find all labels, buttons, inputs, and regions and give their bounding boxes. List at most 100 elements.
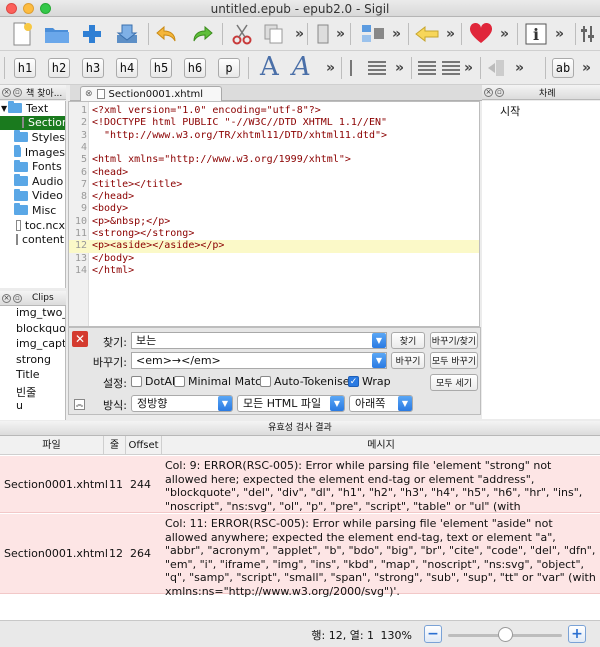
spellcheck-button[interactable]: ab — [552, 58, 574, 78]
paragraph-button[interactable]: p — [218, 58, 240, 78]
column-header-message[interactable]: 메시지 — [162, 436, 600, 455]
align-left-icon[interactable] — [368, 59, 386, 77]
table-row[interactable]: Section0001.xhtml 12 264 Col: 11: ERROR(… — [0, 514, 600, 598]
tree-item-fonts[interactable]: Fonts — [0, 159, 65, 174]
code-line[interactable]: 9 <body> — [69, 203, 479, 215]
code-line[interactable]: 6 <head> — [69, 167, 479, 179]
tree-item-toc[interactable]: toc.ncx — [0, 218, 65, 233]
bold-button[interactable]: A — [260, 52, 279, 82]
zoom-in-button[interactable]: + — [568, 625, 586, 643]
numbered-list-icon[interactable] — [442, 59, 460, 77]
code-line[interactable]: 3 "http://www.w3.org/TR/xhtml11/DTD/xhtm… — [69, 130, 479, 142]
add-icon[interactable] — [80, 22, 104, 46]
close-pane-icon[interactable]: × — [2, 87, 11, 97]
wrap-checkbox[interactable]: ✓ — [348, 376, 359, 387]
tree-item-section[interactable]: Section0001.xhtml — [0, 115, 65, 131]
tree-item-styles[interactable]: Styles — [0, 130, 65, 145]
count-all-button[interactable]: 모두 세기 — [430, 374, 478, 391]
more-chevron[interactable]: » — [464, 60, 473, 76]
code-editor[interactable]: 1 <?xml version="1.0" encoding="utf-8"?> 2… — [68, 101, 480, 327]
code-line[interactable]: 8 </head> — [69, 191, 479, 203]
info-icon[interactable]: i — [524, 22, 548, 46]
italic-button[interactable]: A — [292, 52, 311, 82]
heading-6-button[interactable]: h6 — [184, 58, 206, 78]
more-chevron[interactable]: » — [500, 26, 509, 42]
split-icon[interactable] — [360, 22, 386, 46]
minimal-match-checkbox[interactable] — [174, 376, 185, 387]
close-pane-icon[interactable]: × — [484, 87, 493, 97]
heading-1-button[interactable]: h1 — [14, 58, 36, 78]
clip-item[interactable]: u — [0, 399, 65, 415]
code-line[interactable]: 13 </body> — [69, 253, 479, 265]
column-header-line[interactable]: 줄 — [104, 436, 126, 455]
dotall-checkbox[interactable] — [131, 376, 142, 387]
chevron-down-icon[interactable]: ▼ — [218, 396, 232, 411]
heart-icon[interactable] — [468, 22, 494, 46]
more-chevron[interactable]: » — [446, 26, 455, 42]
table-row[interactable]: Section0001.xhtml 11 244 Col: 9: ERROR(R… — [0, 456, 600, 526]
code-line[interactable]: 4 — [69, 142, 479, 154]
redo-icon[interactable] — [190, 22, 214, 46]
target-select[interactable]: 모든 HTML 파일 ▼ — [237, 395, 345, 412]
clip-item[interactable]: strong — [0, 353, 65, 369]
undo-icon[interactable] — [155, 22, 179, 46]
float-pane-icon[interactable]: ▫ — [495, 87, 504, 97]
more-chevron[interactable]: » — [582, 60, 591, 76]
open-folder-icon[interactable] — [44, 22, 70, 46]
heading-5-button[interactable]: h5 — [150, 58, 172, 78]
tree-item-text[interactable]: ▼ Text — [0, 101, 65, 116]
code-line[interactable]: 12 <p><aside></aside></p> — [69, 240, 479, 253]
close-pane-icon[interactable]: × — [2, 293, 11, 303]
direction-select[interactable]: 아래쪽 ▼ — [349, 395, 413, 412]
tree-item-video[interactable]: Video — [0, 188, 65, 204]
code-line[interactable]: 1 <?xml version="1.0" encoding="utf-8"?> — [69, 105, 479, 117]
column-header-file[interactable]: 파일 — [0, 436, 104, 455]
save-icon[interactable] — [114, 22, 140, 46]
chevron-down-icon[interactable]: ▼ — [372, 353, 386, 368]
column-header-offset[interactable]: Offset — [126, 436, 162, 455]
more-chevron[interactable]: » — [295, 26, 304, 42]
more-icon[interactable] — [313, 22, 333, 46]
zoom-slider-handle[interactable] — [497, 627, 513, 642]
indent-icon[interactable] — [486, 57, 508, 79]
float-pane-icon[interactable]: ▫ — [13, 87, 22, 97]
mode-select[interactable]: 정방향 ▼ — [131, 395, 233, 412]
clip-item[interactable]: blockquote — [0, 322, 65, 338]
expand-icon[interactable]: ︽ — [74, 399, 85, 410]
heading-4-button[interactable]: h4 — [116, 58, 138, 78]
heading-3-button[interactable]: h3 — [82, 58, 104, 78]
copy-icon[interactable] — [262, 22, 286, 46]
more-chevron[interactable]: » — [555, 26, 564, 42]
more-chevron[interactable]: » — [336, 26, 345, 42]
chevron-down-icon[interactable]: ▼ — [372, 333, 386, 348]
chevron-down-icon[interactable]: ▼ — [398, 396, 412, 411]
more-chevron[interactable]: » — [392, 26, 401, 42]
disclosure-triangle-icon[interactable]: ▼ — [1, 104, 7, 113]
tree-item-images[interactable]: Images — [0, 145, 65, 160]
clip-item[interactable]: img_capti... — [0, 337, 65, 353]
more-chevron[interactable]: » — [515, 60, 524, 76]
code-line[interactable]: 10 <p>&nbsp;</p> — [69, 216, 479, 228]
code-line[interactable]: 7 <title></title> — [69, 179, 479, 191]
more-chevron[interactable]: » — [326, 60, 335, 76]
replace-button[interactable]: 바꾸기 — [391, 352, 425, 369]
list-icon[interactable] — [418, 59, 436, 77]
tree-item-misc[interactable]: Misc — [0, 203, 65, 218]
heading-2-button[interactable]: h2 — [48, 58, 70, 78]
sliders-icon[interactable] — [580, 22, 598, 46]
auto-tokenise-checkbox[interactable] — [260, 376, 271, 387]
find-button[interactable]: 찾기 — [391, 332, 425, 349]
close-tab-icon[interactable]: ⊗ — [85, 89, 93, 99]
clip-item[interactable]: img_two_... — [0, 306, 65, 322]
find-input[interactable]: 보는 ▼ — [131, 332, 387, 349]
close-icon[interactable]: ✕ — [72, 331, 88, 347]
back-icon[interactable] — [414, 22, 440, 46]
replace-find-button[interactable]: 바꾸기/찾기 — [430, 332, 478, 349]
code-line[interactable]: 11 <strong></strong> — [69, 228, 479, 240]
code-line[interactable]: 14 </html> — [69, 265, 479, 277]
replace-input[interactable]: <em>→</em> ▼ — [131, 352, 387, 369]
code-line[interactable]: 2 <!DOCTYPE html PUBLIC "-//W3C//DTD XHTM… — [69, 117, 479, 129]
code-line[interactable]: 5 <html xmlns="http://www.w3.org/1999/xht… — [69, 154, 479, 166]
new-file-icon[interactable] — [10, 22, 34, 46]
tab-section0001[interactable]: ⊗ Section0001.xhtml — [80, 86, 222, 101]
